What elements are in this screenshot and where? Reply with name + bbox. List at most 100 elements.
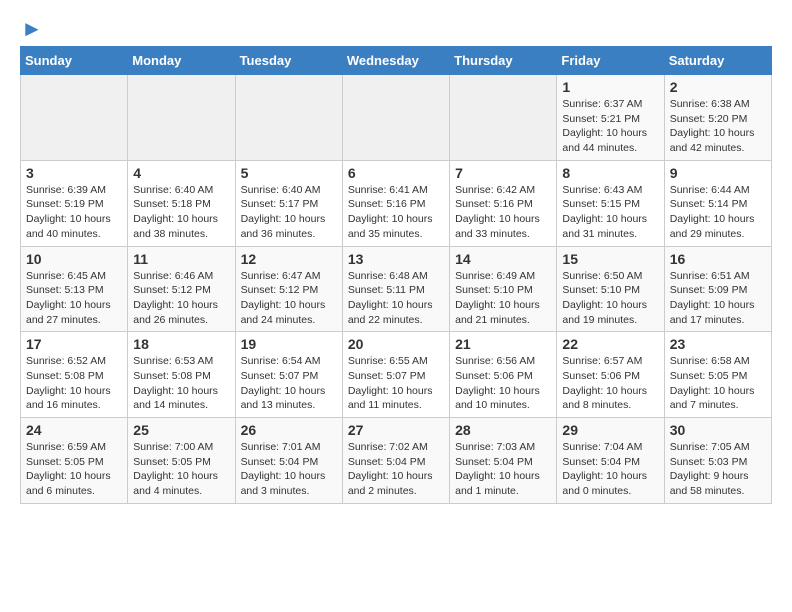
calendar-cell: 7 Sunrise: 6:42 AM Sunset: 5:16 PM Daylig…: [450, 160, 557, 246]
calendar-cell: 24 Sunrise: 6:59 AM Sunset: 5:05 PM Dayli…: [21, 418, 128, 504]
day-info: Sunrise: 6:38 AM Sunset: 5:20 PM Dayligh…: [670, 97, 766, 156]
day-number: 23: [670, 336, 766, 352]
day-number: 7: [455, 165, 551, 181]
calendar-cell: 2Sunrise: 6:38 AM Sunset: 5:20 PM Daylig…: [664, 75, 771, 161]
weekday-header-sunday: Sunday: [21, 47, 128, 75]
day-info: Sunrise: 6:43 AM Sunset: 5:15 PM Dayligh…: [562, 183, 658, 242]
day-number: 29: [562, 422, 658, 438]
day-number: 12: [241, 251, 337, 267]
day-info: Sunrise: 6:37 AM Sunset: 5:21 PM Dayligh…: [562, 97, 658, 156]
calendar-cell: 20 Sunrise: 6:55 AM Sunset: 5:07 PM Dayli…: [342, 332, 449, 418]
calendar-header: SundayMondayTuesdayWednesdayThursdayFrid…: [21, 47, 772, 75]
day-info: Sunrise: 6:47 AM Sunset: 5:12 PM Dayligh…: [241, 269, 337, 328]
day-number: 11: [133, 251, 229, 267]
weekday-header-saturday: Saturday: [664, 47, 771, 75]
day-info: Sunrise: 6:42 AM Sunset: 5:16 PM Dayligh…: [455, 183, 551, 242]
day-number: 27: [348, 422, 444, 438]
calendar-cell: 28Sunrise: 7:03 AM Sunset: 5:04 PM Dayli…: [450, 418, 557, 504]
calendar-cell: 5Sunrise: 6:40 AM Sunset: 5:17 PM Daylig…: [235, 160, 342, 246]
logo-bird-icon: ►: [21, 16, 43, 42]
day-number: 13: [348, 251, 444, 267]
day-number: 6: [348, 165, 444, 181]
day-info: Sunrise: 6:51 AM Sunset: 5:09 PM Dayligh…: [670, 269, 766, 328]
day-number: 26: [241, 422, 337, 438]
day-info: Sunrise: 6:59 AM Sunset: 5:05 PM Dayligh…: [26, 440, 122, 499]
calendar-cell: 13 Sunrise: 6:48 AM Sunset: 5:11 PM Dayli…: [342, 246, 449, 332]
day-info: Sunrise: 6:58 AM Sunset: 5:05 PM Dayligh…: [670, 354, 766, 413]
calendar-cell: 19 Sunrise: 6:54 AM Sunset: 5:07 PM Dayli…: [235, 332, 342, 418]
calendar-week-3: 10 Sunrise: 6:45 AM Sunset: 5:13 PM Dayli…: [21, 246, 772, 332]
calendar-week-5: 24 Sunrise: 6:59 AM Sunset: 5:05 PM Dayli…: [21, 418, 772, 504]
calendar: SundayMondayTuesdayWednesdayThursdayFrid…: [20, 46, 772, 504]
calendar-week-1: 1Sunrise: 6:37 AM Sunset: 5:21 PM Daylig…: [21, 75, 772, 161]
day-number: 24: [26, 422, 122, 438]
calendar-cell: [450, 75, 557, 161]
calendar-cell: 27 Sunrise: 7:02 AM Sunset: 5:04 PM Dayli…: [342, 418, 449, 504]
calendar-cell: 6 Sunrise: 6:41 AM Sunset: 5:16 PM Daylig…: [342, 160, 449, 246]
day-info: Sunrise: 6:52 AM Sunset: 5:08 PM Dayligh…: [26, 354, 122, 413]
calendar-cell: 9 Sunrise: 6:44 AM Sunset: 5:14 PM Daylig…: [664, 160, 771, 246]
calendar-cell: 30 Sunrise: 7:05 AM Sunset: 5:03 PM Dayli…: [664, 418, 771, 504]
calendar-cell: 23 Sunrise: 6:58 AM Sunset: 5:05 PM Dayli…: [664, 332, 771, 418]
day-info: Sunrise: 7:04 AM Sunset: 5:04 PM Dayligh…: [562, 440, 658, 499]
day-info: Sunrise: 6:39 AM Sunset: 5:19 PM Dayligh…: [26, 183, 122, 242]
calendar-cell: 18 Sunrise: 6:53 AM Sunset: 5:08 PM Dayli…: [128, 332, 235, 418]
calendar-week-4: 17 Sunrise: 6:52 AM Sunset: 5:08 PM Dayli…: [21, 332, 772, 418]
weekday-header-row: SundayMondayTuesdayWednesdayThursdayFrid…: [21, 47, 772, 75]
calendar-week-2: 3 Sunrise: 6:39 AM Sunset: 5:19 PM Daylig…: [21, 160, 772, 246]
weekday-header-friday: Friday: [557, 47, 664, 75]
day-number: 4: [133, 165, 229, 181]
day-number: 21: [455, 336, 551, 352]
calendar-cell: 3 Sunrise: 6:39 AM Sunset: 5:19 PM Daylig…: [21, 160, 128, 246]
page: ► SundayMondayTuesdayWednesdayThursdayFr…: [0, 0, 792, 520]
day-number: 9: [670, 165, 766, 181]
calendar-cell: 15Sunrise: 6:50 AM Sunset: 5:10 PM Dayli…: [557, 246, 664, 332]
day-info: Sunrise: 7:05 AM Sunset: 5:03 PM Dayligh…: [670, 440, 766, 499]
calendar-cell: 29 Sunrise: 7:04 AM Sunset: 5:04 PM Dayli…: [557, 418, 664, 504]
day-number: 15: [562, 251, 658, 267]
calendar-cell: 16 Sunrise: 6:51 AM Sunset: 5:09 PM Dayli…: [664, 246, 771, 332]
day-number: 18: [133, 336, 229, 352]
calendar-cell: [21, 75, 128, 161]
calendar-cell: 21 Sunrise: 6:56 AM Sunset: 5:06 PM Dayli…: [450, 332, 557, 418]
day-info: Sunrise: 6:40 AM Sunset: 5:17 PM Dayligh…: [241, 183, 337, 242]
day-number: 22: [562, 336, 658, 352]
calendar-cell: 17 Sunrise: 6:52 AM Sunset: 5:08 PM Dayli…: [21, 332, 128, 418]
weekday-header-monday: Monday: [128, 47, 235, 75]
header: ►: [20, 16, 772, 36]
day-info: Sunrise: 6:53 AM Sunset: 5:08 PM Dayligh…: [133, 354, 229, 413]
calendar-cell: [128, 75, 235, 161]
day-info: Sunrise: 6:49 AM Sunset: 5:10 PM Dayligh…: [455, 269, 551, 328]
day-info: Sunrise: 6:55 AM Sunset: 5:07 PM Dayligh…: [348, 354, 444, 413]
day-info: Sunrise: 7:01 AM Sunset: 5:04 PM Dayligh…: [241, 440, 337, 499]
day-number: 20: [348, 336, 444, 352]
day-number: 16: [670, 251, 766, 267]
day-number: 17: [26, 336, 122, 352]
calendar-cell: 25Sunrise: 7:00 AM Sunset: 5:05 PM Dayli…: [128, 418, 235, 504]
day-number: 25: [133, 422, 229, 438]
weekday-header-thursday: Thursday: [450, 47, 557, 75]
calendar-cell: 14 Sunrise: 6:49 AM Sunset: 5:10 PM Dayli…: [450, 246, 557, 332]
day-info: Sunrise: 6:57 AM Sunset: 5:06 PM Dayligh…: [562, 354, 658, 413]
day-number: 3: [26, 165, 122, 181]
day-info: Sunrise: 6:48 AM Sunset: 5:11 PM Dayligh…: [348, 269, 444, 328]
day-info: Sunrise: 6:45 AM Sunset: 5:13 PM Dayligh…: [26, 269, 122, 328]
day-info: Sunrise: 7:03 AM Sunset: 5:04 PM Dayligh…: [455, 440, 551, 499]
day-info: Sunrise: 6:46 AM Sunset: 5:12 PM Dayligh…: [133, 269, 229, 328]
calendar-cell: 4Sunrise: 6:40 AM Sunset: 5:18 PM Daylig…: [128, 160, 235, 246]
day-info: Sunrise: 6:56 AM Sunset: 5:06 PM Dayligh…: [455, 354, 551, 413]
calendar-cell: 8Sunrise: 6:43 AM Sunset: 5:15 PM Daylig…: [557, 160, 664, 246]
day-number: 19: [241, 336, 337, 352]
day-info: Sunrise: 7:02 AM Sunset: 5:04 PM Dayligh…: [348, 440, 444, 499]
day-info: Sunrise: 6:54 AM Sunset: 5:07 PM Dayligh…: [241, 354, 337, 413]
calendar-cell: 1Sunrise: 6:37 AM Sunset: 5:21 PM Daylig…: [557, 75, 664, 161]
calendar-cell: 22 Sunrise: 6:57 AM Sunset: 5:06 PM Dayli…: [557, 332, 664, 418]
calendar-cell: [235, 75, 342, 161]
day-number: 10: [26, 251, 122, 267]
day-info: Sunrise: 6:44 AM Sunset: 5:14 PM Dayligh…: [670, 183, 766, 242]
day-number: 14: [455, 251, 551, 267]
day-info: Sunrise: 6:41 AM Sunset: 5:16 PM Dayligh…: [348, 183, 444, 242]
logo: ►: [20, 16, 43, 36]
weekday-header-tuesday: Tuesday: [235, 47, 342, 75]
day-number: 30: [670, 422, 766, 438]
